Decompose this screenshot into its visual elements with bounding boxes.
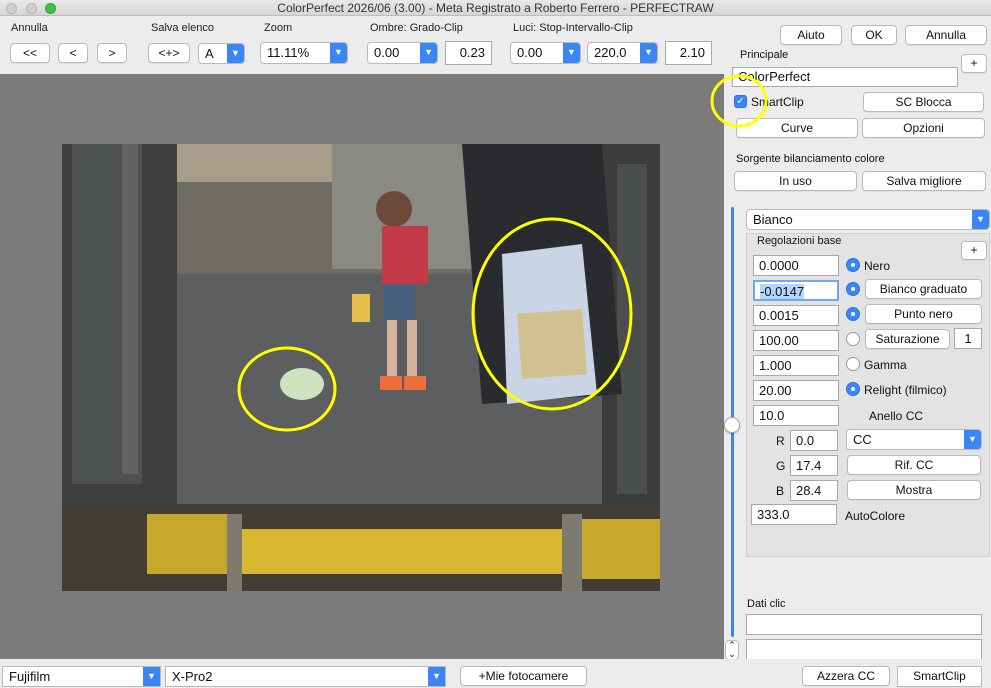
chevron-down-icon: ▼	[227, 44, 244, 63]
rif-cc-button[interactable]: Rif. CC	[847, 455, 981, 475]
nero-radio[interactable]	[846, 258, 860, 272]
dati-clic-field-1[interactable]	[746, 614, 982, 635]
bianco-select-value: Bianco	[753, 212, 793, 227]
chevron-down-icon: ▼	[563, 43, 580, 63]
salva-elenco-select[interactable]: A ▼	[198, 43, 245, 64]
opzioni-button[interactable]: Opzioni	[862, 118, 985, 138]
mie-fotocamere-button[interactable]: +Mie fotocamere	[460, 666, 587, 686]
luci-intervallo-select[interactable]: 220.0 ▼	[587, 42, 658, 64]
dati-clic-field-2[interactable]	[746, 639, 982, 660]
camera-model-select[interactable]: X-Pro2 ▼	[165, 666, 446, 687]
salva-elenco-label: Salva elenco	[151, 22, 214, 34]
zoom-label: Zoom	[264, 22, 293, 34]
relight-label: Relight (filmico)	[864, 383, 947, 397]
b-field[interactable]: 28.4	[790, 480, 838, 501]
luci-clip-field[interactable]: 2.10	[665, 41, 712, 65]
cc-select[interactable]: CC ▼	[846, 429, 982, 450]
zoom-select[interactable]: 11.11% ▼	[260, 42, 348, 64]
nero-label: Nero	[864, 259, 891, 273]
gamma-field[interactable]: 1.000	[753, 355, 839, 376]
r-label: R	[776, 434, 785, 448]
bianco-graduato-button[interactable]: Bianco graduato	[865, 279, 982, 299]
chevron-down-icon: ▼	[330, 43, 347, 63]
bianco-graduato-field[interactable]: -0.0147	[753, 280, 839, 301]
azzera-cc-button[interactable]: Azzera CC	[802, 666, 890, 686]
chevron-down-icon: ▼	[964, 430, 981, 449]
chevron-down-icon: ▼	[972, 210, 989, 229]
smartclip-annotation	[710, 74, 768, 128]
nav-first-button[interactable]: <<	[10, 43, 50, 63]
luci-stop-value: 0.00	[517, 45, 543, 60]
annulla-group-label: Annulla	[11, 22, 48, 34]
b-label: B	[776, 484, 785, 498]
saturazione-radio[interactable]	[846, 332, 860, 346]
mostra-button[interactable]: Mostra	[847, 480, 981, 500]
salva-elenco-select-value: A	[205, 46, 214, 61]
in-uso-button[interactable]: In uso	[734, 171, 857, 191]
punto-nero-radio[interactable]	[846, 307, 860, 321]
autocolore-label: AutoColore	[845, 509, 906, 523]
saturazione-extra-field[interactable]: 1	[954, 328, 982, 349]
luci-intervallo-value: 220.0	[594, 45, 627, 60]
smartclip-bottom-button[interactable]: SmartClip	[897, 666, 982, 687]
photo-illustration	[62, 144, 660, 591]
sc-blocca-button[interactable]: SC Blocca	[863, 92, 984, 112]
relight-radio[interactable]	[846, 382, 860, 396]
luci-label: Luci: Stop-Intervallo-Clip	[513, 22, 633, 34]
principale-label: Principale	[740, 49, 789, 61]
sorgente-label: Sorgente bilanciamento colore	[736, 153, 885, 165]
minimize-window-icon[interactable]	[26, 3, 37, 14]
saturazione-button[interactable]: Saturazione	[865, 329, 950, 349]
chevron-down-icon: ▼	[420, 43, 437, 63]
chevron-down-icon: ▼	[143, 667, 160, 686]
nav-prev-button[interactable]: <	[58, 43, 88, 63]
salva-elenco-button[interactable]: <+>	[148, 43, 190, 63]
regolazioni-label: Regolazioni base	[757, 235, 842, 247]
g-field[interactable]: 17.4	[790, 455, 838, 476]
window-title: ColorPerfect 2026/06 (3.00) - Meta Regis…	[277, 1, 714, 15]
ombre-clip-field[interactable]: 0.23	[445, 41, 492, 65]
zoom-value: 11.11%	[267, 45, 310, 60]
cc-select-value: CC	[853, 432, 872, 447]
gamma-radio[interactable]	[846, 357, 860, 371]
punto-nero-button[interactable]: Punto nero	[865, 304, 982, 324]
photo-preview[interactable]	[62, 144, 660, 591]
salva-migliore-button[interactable]: Salva migliore	[862, 171, 986, 191]
ombre-label: Ombre: Grado-Clip	[370, 22, 463, 34]
luci-stop-select[interactable]: 0.00 ▼	[510, 42, 581, 64]
bianco-graduato-value: -0.0147	[760, 284, 805, 299]
scroll-stepper[interactable]: ⌃ ⌄	[725, 640, 739, 660]
saturazione-field[interactable]: 100.00	[753, 330, 839, 351]
dati-clic-label: Dati clic	[747, 598, 786, 610]
chevron-down-icon: ▼	[428, 667, 445, 686]
annulla-button[interactable]: Annulla	[905, 25, 987, 45]
title-bar: ColorPerfect 2026/06 (3.00) - Meta Regis…	[0, 0, 991, 16]
r-field[interactable]: 0.0	[790, 430, 838, 451]
ok-button[interactable]: OK	[851, 25, 897, 45]
ombre-grado-select[interactable]: 0.00 ▼	[367, 42, 438, 64]
g-label: G	[776, 459, 786, 473]
vertical-slider-knob[interactable]	[724, 417, 740, 433]
autocolore-field[interactable]: 333.0	[751, 504, 837, 525]
close-window-icon[interactable]	[6, 3, 17, 14]
gamma-label: Gamma	[864, 358, 907, 372]
toolbar: Annulla << < > Salva elenco <+> A ▼ Zoom…	[0, 16, 991, 74]
camera-make-value: Fujifilm	[9, 669, 51, 684]
relight-field[interactable]: 20.00	[753, 380, 839, 401]
bianco-graduato-radio[interactable]	[846, 282, 860, 296]
nero-field[interactable]: 0.0000	[753, 255, 839, 276]
zoom-window-icon[interactable]	[45, 3, 56, 14]
camera-model-value: X-Pro2	[172, 669, 213, 684]
bianco-select[interactable]: Bianco ▼	[746, 209, 990, 230]
punto-nero-field[interactable]: 0.0015	[753, 305, 839, 326]
regolazioni-add-button[interactable]: +	[961, 241, 987, 260]
principale-add-button[interactable]: +	[961, 54, 987, 73]
ombre-grado-value: 0.00	[374, 45, 400, 60]
anello-cc-label: Anello CC	[869, 409, 924, 423]
camera-make-select[interactable]: Fujifilm ▼	[2, 666, 161, 687]
anello-cc-field[interactable]: 10.0	[753, 405, 839, 426]
aiuto-button[interactable]: Aiuto	[780, 25, 842, 45]
chevron-down-icon: ▼	[640, 43, 657, 63]
nav-next-button[interactable]: >	[97, 43, 127, 63]
